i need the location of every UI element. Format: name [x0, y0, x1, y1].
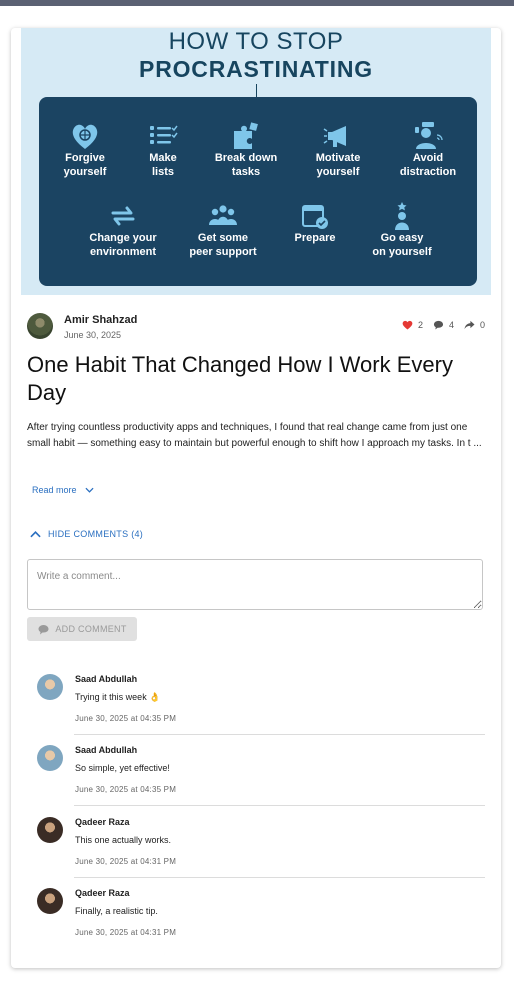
post-title: One Habit That Changed How I Work Every … [27, 352, 453, 405]
avatar[interactable] [37, 674, 63, 700]
comment-item: Saad Abdullah Trying it this week 👌 June… [35, 674, 485, 746]
comment-item: Saad Abdullah So simple, yet effective! … [35, 745, 485, 817]
infographic-connector [256, 84, 257, 98]
commenter-name[interactable]: Saad Abdullah [75, 674, 137, 684]
comment-item: Qadeer Raza This one actually works. Jun… [35, 817, 485, 889]
infographic-title-line2: PROCRASTINATING [139, 56, 373, 82]
avatar[interactable] [37, 817, 63, 843]
add-comment-button[interactable]: ADD COMMENT [27, 617, 137, 641]
post-excerpt: After trying countless productivity apps… [27, 422, 482, 449]
person-star-icon [395, 202, 409, 230]
comment-text: This one actually works. [75, 835, 172, 845]
add-comment-label: ADD COMMENT [55, 624, 127, 634]
divider [74, 805, 485, 806]
read-more-label: Read more [32, 485, 77, 495]
comment-input[interactable] [27, 559, 483, 610]
puzzle-icon [234, 122, 258, 149]
author-avatar[interactable] [27, 313, 53, 339]
like-button[interactable]: 2 [402, 320, 423, 330]
like-count: 2 [417, 320, 423, 330]
comment-item: Qadeer Raza Finally, a realistic tip. Ju… [35, 888, 485, 960]
divider [74, 877, 485, 878]
comment-bubble-icon [38, 624, 49, 634]
heart-brain-icon [72, 124, 98, 149]
chevron-up-icon [30, 530, 41, 537]
top-app-bar [0, 0, 514, 6]
chevron-down-icon [84, 487, 94, 493]
calendar-check-icon [302, 205, 328, 229]
comment-count: 4 [448, 320, 454, 330]
post-card: HOW TO STOP PROCRASTINATING Forgive your… [11, 28, 501, 968]
comment-timestamp: June 30, 2025 at 04:35 PM [75, 714, 177, 723]
checklist-icon [150, 125, 178, 144]
infographic-title-line1: HOW TO STOP [168, 28, 344, 55]
comment-text: Trying it this week 👌 [75, 692, 161, 702]
author-name[interactable]: Amir Shahzad [64, 314, 137, 326]
commenter-name[interactable]: Qadeer Raza [75, 888, 130, 898]
tip-label: Avoid distraction [399, 152, 457, 178]
tip-label: Go easy on yourself [372, 232, 432, 258]
tip-avoid: Avoid distraction [373, 121, 483, 179]
commenter-name[interactable]: Saad Abdullah [75, 745, 137, 755]
share-button[interactable]: 0 [464, 320, 485, 330]
infographic-panel: Forgive yourself Make lists Break down t… [39, 97, 477, 286]
share-arrow-icon [464, 320, 475, 330]
post-date: June 30, 2025 [64, 330, 122, 340]
read-more-link[interactable]: Read more [32, 485, 94, 495]
group-icon [209, 205, 237, 225]
commenter-name[interactable]: Qadeer Raza [75, 817, 130, 827]
comment-bubble-icon [433, 320, 444, 330]
comment-count-button[interactable]: 4 [433, 320, 454, 330]
comment-timestamp: June 30, 2025 at 04:31 PM [75, 928, 177, 937]
comment-text: Finally, a realistic tip. [75, 906, 158, 916]
avatar[interactable] [37, 745, 63, 771]
share-count: 0 [479, 320, 485, 330]
comment-timestamp: June 30, 2025 at 04:31 PM [75, 857, 177, 866]
hide-comments-label: HIDE COMMENTS (4) [48, 529, 144, 539]
comment-text: So simple, yet effective! [75, 763, 170, 773]
person-distraction-icon [415, 122, 443, 149]
tip-go-easy: Go easy on yourself [347, 201, 457, 259]
tip-environment: Change your environment [68, 201, 178, 259]
megaphone-icon [323, 126, 346, 147]
divider [74, 734, 485, 735]
avatar[interactable] [37, 888, 63, 914]
heart-icon [402, 320, 413, 330]
tip-label: Change your environment [89, 232, 157, 258]
comment-timestamp: June 30, 2025 at 04:35 PM [75, 785, 177, 794]
post-image: HOW TO STOP PROCRASTINATING Forgive your… [21, 28, 491, 295]
hide-comments-toggle[interactable]: HIDE COMMENTS (4) [30, 529, 143, 539]
arrows-swap-icon [111, 206, 135, 226]
post-stats: 2 4 0 [392, 320, 485, 330]
